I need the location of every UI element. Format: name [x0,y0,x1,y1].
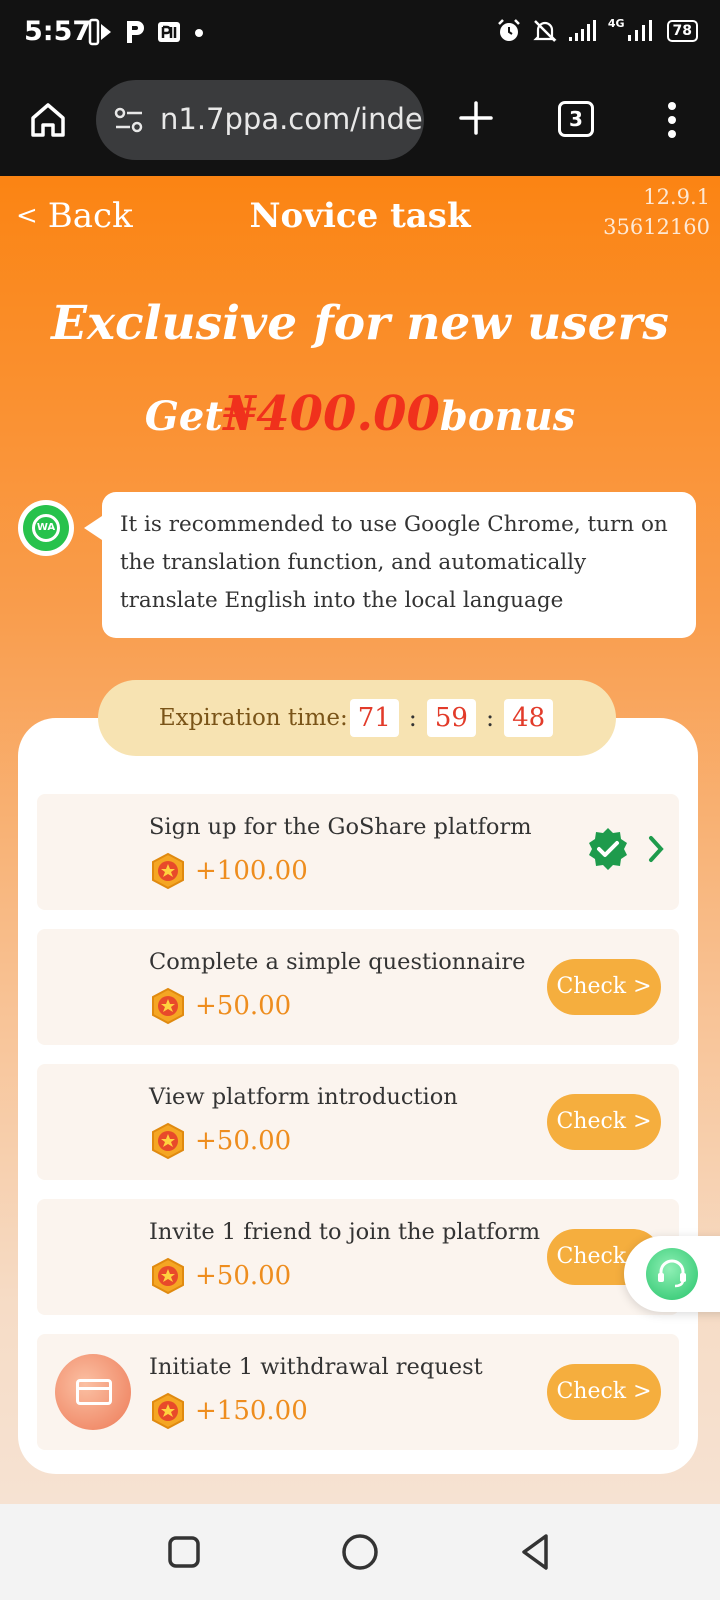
new-tab-icon[interactable] [458,100,494,136]
task-reward: +50.00 [149,1122,291,1160]
coin-icon [152,1122,184,1160]
system-navigation-bar [0,1504,720,1600]
notification-icons [88,18,206,46]
silent-bell-icon [533,20,557,42]
tip-bubble: It is recommended to use Google Chrome, … [84,492,696,638]
reward-amount: +50.00 [195,1126,292,1156]
signal-icon [568,20,596,41]
recents-icon[interactable] [164,1532,204,1572]
back-nav-icon[interactable] [516,1532,556,1572]
task-reward: +50.00 [149,987,291,1025]
headset-glyph [658,1259,686,1288]
verified-check-icon [589,828,627,870]
task-item-questionnaire: Complete a simple questionnaire +50.00 C… [37,929,679,1045]
site-settings-icon[interactable] [114,106,144,134]
hero-title: Exclusive for new users [51,296,669,351]
task-label: View platform introduction [149,1084,458,1110]
task-item-signup[interactable]: Sign up for the GoShare platform +100.00 [37,794,679,910]
task-reward: +100.00 [149,852,308,890]
expiry-label: Expiration time: [158,705,348,731]
pay-app-icon [158,22,180,42]
reward-amount: +50.00 [195,991,292,1021]
task-label: Invite 1 friend to join the platform [149,1219,541,1245]
coin-icon [152,1392,184,1430]
reward-amount: +100.00 [195,856,308,886]
version-info: 12.9.1 35612160 [603,182,710,242]
timer-minutes: 59 [426,699,476,737]
task-reward: +50.00 [149,1257,291,1295]
coin-icon [152,852,184,890]
status-bar: 5:57 4G 78 [0,0,720,64]
timer-separator: : [485,704,495,732]
whatsapp-icon-bg: WA [23,505,69,551]
task-item-withdrawal: Initiate 1 withdrawal request +150.00 Ch… [37,1334,679,1450]
whatsapp-icon-label: WA [32,514,60,542]
address-bar[interactable]: n1.7ppa.com/inde [96,80,424,160]
check-button[interactable]: Check > [547,1094,661,1150]
battery-indicator: 78 [666,20,698,42]
dot-indicator-icon [195,29,203,37]
headset-icon [646,1248,698,1300]
bonus-suffix: bonus [439,393,576,440]
wallet-glyph [76,1379,112,1405]
expiration-timer: Expiration time: 71 : 59 : 48 [98,680,616,756]
p-app-icon [127,21,144,43]
alarm-icon [497,19,520,41]
home-nav-icon[interactable] [340,1532,380,1572]
task-label: Sign up for the GoShare platform [149,814,532,840]
check-button[interactable]: Check > [547,1364,661,1420]
bonus-amount: ₦400.00 [222,386,440,442]
signal-4g-icon [627,20,652,41]
check-button[interactable]: Check > [547,959,661,1015]
tab-switcher-button[interactable]: 3 [558,101,594,137]
user-id: 35612160 [603,215,710,239]
task-reward: +150.00 [149,1392,308,1430]
coin-icon [152,1257,184,1295]
url-text: n1.7ppa.com/inde [160,102,423,136]
reward-amount: +50.00 [195,1261,292,1291]
chevron-right-icon[interactable] [647,835,665,863]
wallet-icon [55,1354,131,1430]
task-item-introduction: View platform introduction +50.00 Check … [37,1064,679,1180]
system-icons: 4G 78 [496,18,698,44]
timer-separator: : [408,704,417,732]
novice-task-page: < Back Novice task 12.9.1 35612160 Exclus… [0,176,720,1504]
media-notification-icon [88,18,111,46]
bonus-line: Get₦400.00bonus [0,386,720,442]
more-options-icon[interactable] [660,100,684,140]
browser-toolbar: n1.7ppa.com/inde 3 [0,64,720,176]
bonus-prefix: Get [144,393,223,440]
task-completed-indicator [585,826,665,872]
coin-icon [152,987,184,1025]
reward-amount: +150.00 [195,1396,308,1426]
home-icon[interactable] [28,100,68,140]
task-item-invite: Invite 1 friend to join the platform +50… [37,1199,679,1315]
timer-hours: 71 [349,699,399,737]
network-type-badge: 4G [607,17,625,30]
version-number: 12.9.1 [643,185,710,209]
customer-support-button[interactable] [624,1236,720,1312]
status-time: 5:57 [24,16,92,47]
timer-seconds: 48 [504,699,554,737]
whatsapp-icon[interactable]: WA [18,500,74,556]
task-label: Complete a simple questionnaire [149,949,526,975]
task-label: Initiate 1 withdrawal request [149,1354,483,1380]
